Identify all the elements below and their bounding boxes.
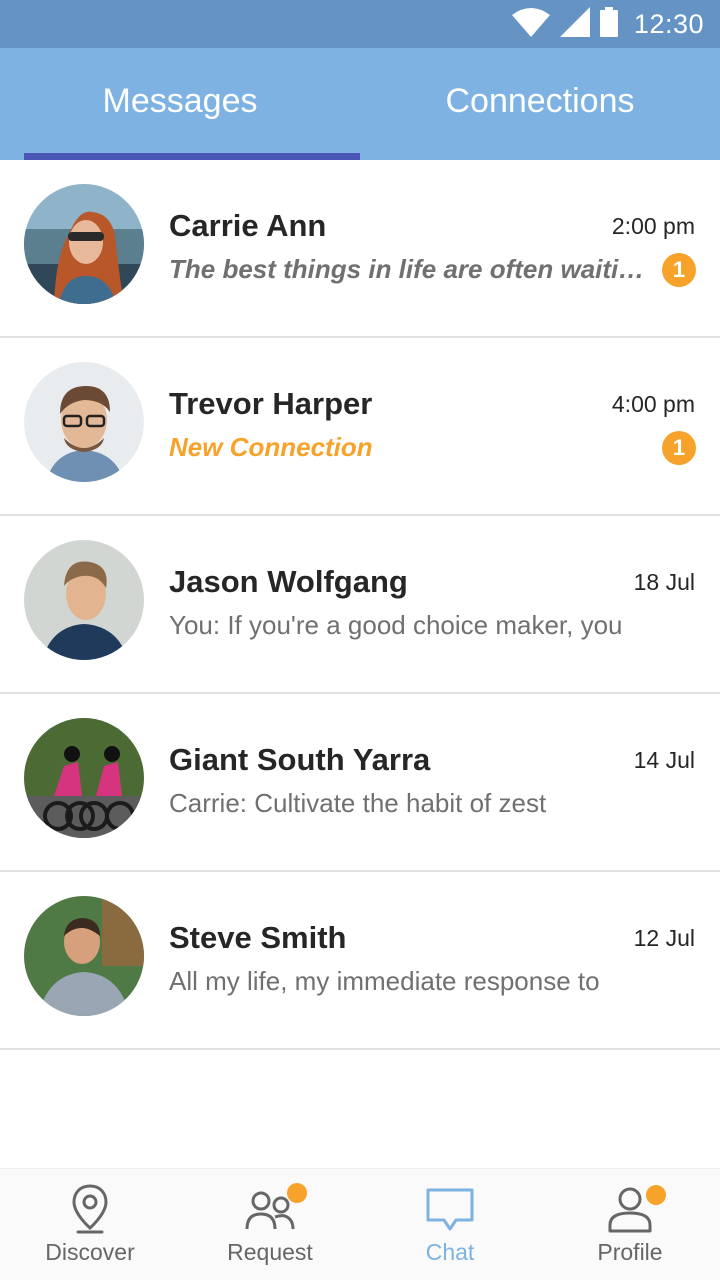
tab-messages[interactable]: Messages	[0, 48, 360, 160]
message-preview: You: If you're a good choice maker, you	[169, 610, 623, 640]
message-time: 2:00 pm	[611, 213, 695, 239]
person-icon	[606, 1183, 666, 1235]
nav-request[interactable]: Request	[180, 1169, 360, 1280]
contact-name: Trevor Harper	[169, 386, 373, 421]
tab-messages-label: Messages	[102, 81, 258, 120]
tab-connections-label: Connections	[445, 81, 635, 120]
status-bar: 12:30	[0, 0, 720, 48]
tab-bar: Messages Connections	[0, 48, 720, 160]
location-pin-icon	[70, 1183, 110, 1235]
nav-chat[interactable]: Chat	[360, 1169, 540, 1280]
message-time: 14 Jul	[633, 747, 695, 773]
battery-icon	[599, 6, 618, 42]
bottom-navigation: Discover Request Chat Profile	[0, 1168, 720, 1280]
message-preview: All my life, my immediate response to	[169, 966, 600, 996]
avatar	[24, 718, 144, 838]
conversation-row[interactable]: Giant South Yarra 14 Jul Carrie: Cultiva…	[0, 694, 720, 872]
new-connection-label: New Connection	[169, 432, 373, 462]
wifi-icon	[511, 7, 550, 42]
unread-badge: 1	[662, 431, 696, 465]
notification-dot	[646, 1185, 666, 1205]
nav-discover-label: Discover	[45, 1239, 135, 1265]
avatar	[24, 362, 144, 482]
status-time: 12:30	[633, 8, 704, 39]
contact-name: Giant South Yarra	[169, 742, 431, 777]
avatar	[24, 184, 144, 304]
conversation-row[interactable]: Steve Smith 12 Jul All my life, my immed…	[0, 872, 720, 1050]
message-time: 4:00 pm	[611, 391, 695, 417]
nav-profile[interactable]: Profile	[540, 1169, 720, 1280]
status-icons: 12:30	[511, 0, 704, 48]
cell-signal-icon	[559, 6, 590, 42]
nav-request-label: Request	[227, 1239, 313, 1265]
people-icon	[245, 1183, 307, 1235]
contact-name: Carrie Ann	[169, 208, 327, 243]
chat-bubble-icon	[425, 1183, 475, 1235]
conversation-row[interactable]: Trevor Harper 4:00 pm New Connection 1	[0, 338, 720, 516]
message-preview: Carrie: Cultivate the habit of zest	[169, 788, 547, 818]
nav-discover[interactable]: Discover	[0, 1169, 180, 1280]
nav-profile-label: Profile	[597, 1239, 663, 1265]
contact-name: Jason Wolfgang	[169, 564, 408, 599]
conversation-row[interactable]: Jason Wolfgang 18 Jul You: If you're a g…	[0, 516, 720, 694]
message-time: 18 Jul	[633, 569, 695, 595]
contact-name: Steve Smith	[169, 920, 347, 955]
tab-connections[interactable]: Connections	[360, 48, 720, 160]
message-preview: The best things in life are often waitin…	[169, 254, 649, 284]
avatar	[24, 896, 144, 1016]
unread-badge: 1	[662, 253, 696, 287]
avatar	[24, 540, 144, 660]
conversation-list: Carrie Ann 2:00 pm The best things in li…	[0, 160, 720, 1050]
notification-dot	[287, 1183, 307, 1203]
conversation-row[interactable]: Carrie Ann 2:00 pm The best things in li…	[0, 160, 720, 338]
active-tab-indicator	[24, 153, 360, 160]
message-time: 12 Jul	[633, 925, 695, 951]
nav-chat-label: Chat	[425, 1239, 475, 1265]
